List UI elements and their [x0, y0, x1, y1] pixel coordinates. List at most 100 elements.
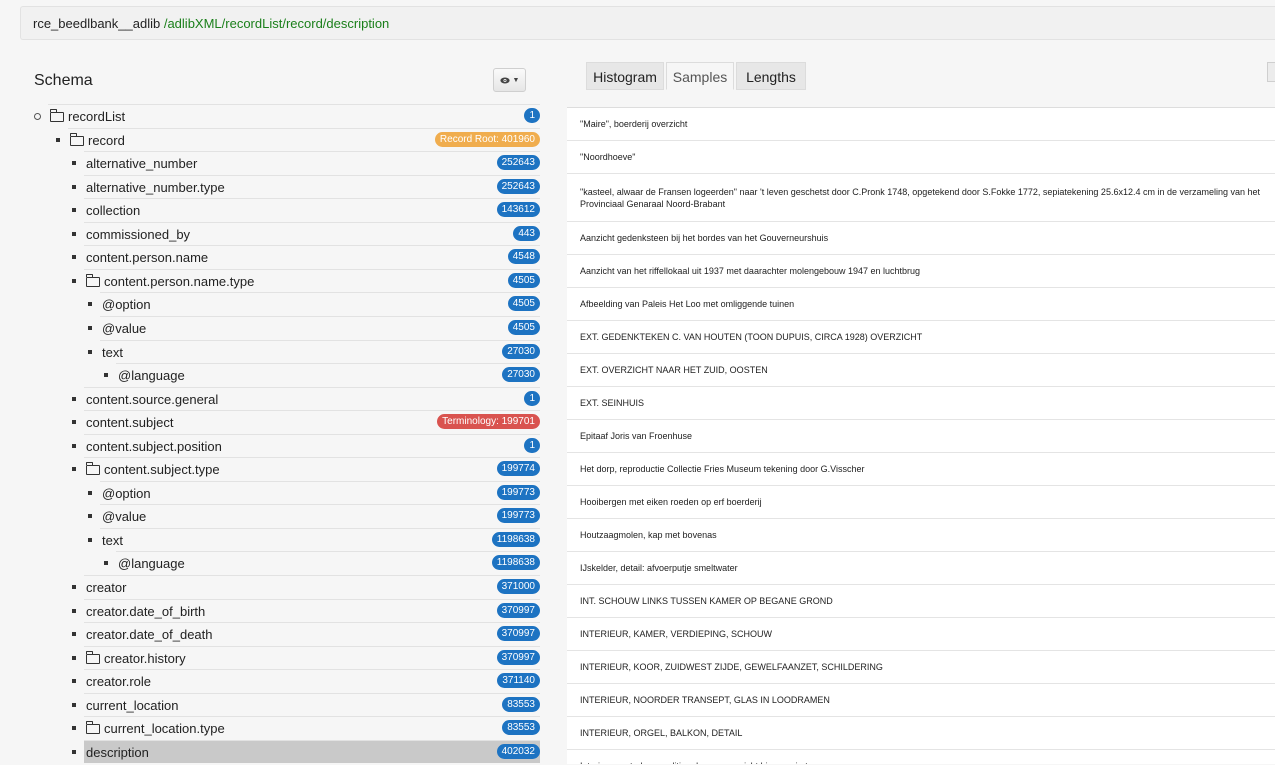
tree-node-name: creator.role	[86, 674, 152, 690]
tab-samples[interactable]: Samples	[666, 62, 734, 90]
folder-open-icon	[86, 721, 100, 735]
tree-row[interactable]: content.subject.type 199774	[0, 457, 560, 481]
count-badge: 27030	[502, 343, 540, 359]
node-bullet-icon	[72, 420, 76, 425]
tree-row[interactable]: creator.date_of_birth 370997	[0, 598, 560, 623]
node-bullet-icon	[72, 608, 76, 613]
tree-node-label: creator 371000	[84, 575, 540, 598]
tree-row[interactable]: text 27030	[0, 339, 560, 364]
tree-node-name: content.source.general	[86, 391, 219, 407]
tree-row[interactable]: @option 199773	[0, 480, 560, 505]
tree-row[interactable]: @language 1198638	[0, 551, 560, 575]
tab-lengths[interactable]: Lengths	[736, 62, 806, 90]
count-badge: Record Root: 401960	[434, 131, 540, 147]
tree-row[interactable]: record Record Root: 401960	[0, 127, 560, 152]
count-badge: 199774	[496, 461, 540, 477]
tree-row[interactable]: creator.role 371140	[0, 669, 560, 693]
tree-node-label: alternative_number 252643	[84, 151, 540, 174]
node-bullet-icon	[88, 514, 92, 519]
xpath-link[interactable]: /adlibXML/recordList/record/description	[164, 16, 389, 31]
caret-down-icon: ▼	[512, 76, 520, 84]
node-bullet-icon	[88, 537, 92, 542]
count-badge: Terminology: 199701	[437, 414, 540, 430]
count-badge: 370997	[496, 626, 540, 642]
node-bullet-icon	[56, 137, 60, 142]
tree-row[interactable]: alternative_number.type 252643	[0, 174, 560, 199]
tree-row[interactable]: current_location 83553	[0, 692, 560, 717]
count-badge: 371140	[497, 673, 540, 689]
tree-node-name: creator	[86, 580, 127, 595]
sample-row: INTERIEUR, NOORDER TRANSEPT, GLAS IN LOO…	[567, 684, 1275, 717]
tree-row[interactable]: content.person.name 4548	[0, 245, 560, 269]
tree-row[interactable]: commissioned_by 443	[0, 221, 560, 246]
sample-row: INTERIEUR, ORGEL, BALKON, DETAIL	[567, 717, 1275, 750]
tree-row[interactable]: recordList 1	[0, 104, 560, 128]
tree-row[interactable]: collection 143612	[0, 198, 560, 222]
tab-histogram[interactable]: Histogram	[586, 62, 664, 90]
node-bullet-icon	[72, 443, 76, 448]
folder-open-icon	[86, 650, 100, 664]
tree-row[interactable]: text 1198638	[0, 527, 560, 552]
tree-row[interactable]: content.subject Terminology: 199701	[0, 410, 560, 434]
tree-node-label: @language 27030	[116, 363, 540, 386]
tree-row[interactable]: creator.history 370997	[0, 645, 560, 670]
tree-node-name: content.person.name	[86, 250, 209, 266]
count-badge: 443	[513, 225, 540, 241]
tree-row[interactable]: content.subject.position 1	[0, 433, 560, 458]
tree-row[interactable]: @option 4505	[0, 292, 560, 316]
tree-node-name: collection	[86, 203, 141, 219]
tree-node-label: current_location 83553	[84, 692, 540, 716]
tree-node-label: creator.date_of_birth 370997	[84, 598, 540, 622]
tree-row[interactable]: @language 27030	[0, 363, 560, 387]
tree-row[interactable]: content.person.name.type 4505	[0, 268, 560, 293]
node-bullet-icon	[72, 702, 76, 707]
tree-node-label: content.person.name 4548	[84, 245, 540, 268]
node-bullet-icon	[72, 749, 76, 754]
tree-node-name: content.subject	[86, 415, 174, 431]
tree-row[interactable]: creator 371000	[0, 575, 560, 599]
tree-node-name: @option	[102, 297, 151, 313]
count-badge: 83553	[502, 720, 540, 736]
tree-row[interactable]: description 402032	[0, 739, 560, 764]
tree-node-name: current_location.type	[104, 721, 225, 737]
tree-node-label: collection 143612	[84, 198, 540, 221]
folder-open-icon	[86, 462, 100, 476]
sample-row: INT. SCHOUW LINKS TUSSEN KAMER OP BEGANE…	[567, 585, 1275, 618]
node-bullet-icon	[72, 655, 76, 660]
count-badge: 199773	[496, 484, 540, 500]
tree-row[interactable]: creator.date_of_death 370997	[0, 622, 560, 646]
node-bullet-icon	[72, 208, 76, 213]
count-badge: 252643	[496, 178, 540, 194]
tree-node-label: content.subject.type 199774	[84, 457, 540, 480]
tree-node-label: content.person.name.type 4505	[84, 268, 540, 292]
tree-node-name: text	[102, 344, 123, 360]
eye-icon	[499, 77, 510, 83]
tree-node-label: text 27030	[100, 339, 540, 363]
tree-node-name: current_location	[86, 697, 179, 713]
tree-node-label: @option 4505	[100, 292, 540, 315]
tree-node-name: record	[88, 132, 125, 148]
expanded-node-icon	[34, 113, 41, 120]
sample-row: "kasteel, alwaar de Fransen logeerden" n…	[567, 174, 1275, 222]
tree-row[interactable]: current_location.type 83553	[0, 716, 560, 740]
tree-node-name: text	[102, 532, 123, 548]
tree-node-label: @value 4505	[100, 315, 540, 339]
tree-node-name: alternative_number	[86, 156, 198, 172]
view-toggle-button[interactable]: ▼	[493, 68, 526, 92]
tree-node-name: @language	[118, 556, 185, 572]
tree-node-label: creator.date_of_death 370997	[84, 622, 540, 645]
tree-node-name: creator.date_of_birth	[86, 603, 206, 619]
tree-row[interactable]: content.source.general 1	[0, 386, 560, 411]
xpath-breadcrumb: rce_beedlbank__adlib /adlibXML/recordLis…	[20, 6, 1275, 40]
samples-list: "Maire", boerderij overzicht "Noordhoeve"…	[567, 107, 1275, 764]
tree-row[interactable]: alternative_number 252643	[0, 151, 560, 175]
count-badge: 4548	[507, 249, 540, 265]
sample-row: "Maire", boerderij overzicht	[567, 108, 1275, 141]
tree-row[interactable]: @value 4505	[0, 315, 560, 340]
sample-row: Houtzaagmolen, kap met bovenas	[567, 519, 1275, 552]
sample-row: EXT. OVERZICHT NAAR HET ZUID, OOSTEN	[567, 354, 1275, 387]
node-bullet-icon	[88, 349, 92, 354]
sample-row: INTERIEUR, KAMER, VERDIEPING, SCHOUW	[567, 618, 1275, 651]
tree-row[interactable]: @value 199773	[0, 504, 560, 528]
tree-node-label: commissioned_by 443	[84, 221, 540, 245]
